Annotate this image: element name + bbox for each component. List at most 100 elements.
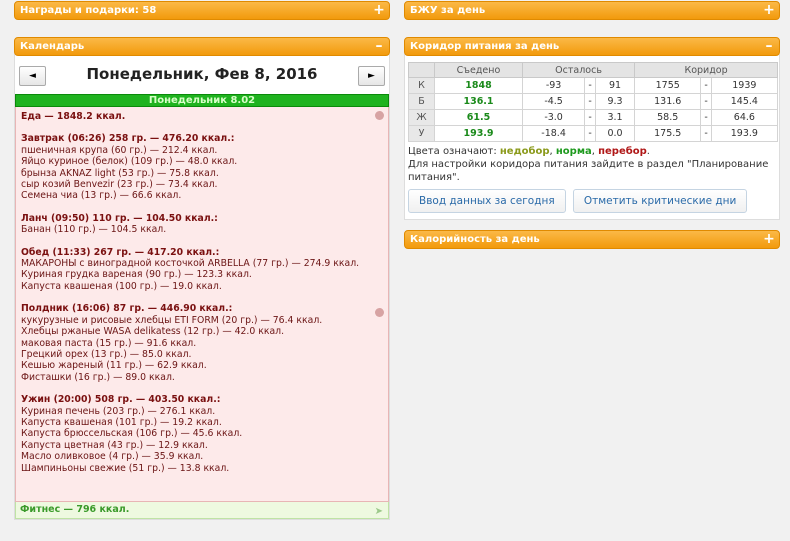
meals-list: Завтрак (06:26) 258 гр. — 476.20 ккал.: п… [21,122,383,474]
cell-label: К [408,77,435,94]
collapse-icon[interactable]: – [373,38,385,54]
cell-rem-max: 3.1 [594,109,636,126]
cell-rem-min: -93 [521,77,586,94]
left-column: Награды и подарки: 58 + Календарь – ◄ По… [14,0,390,520]
calorie-title: Калорийность за день [410,234,540,245]
cell-rem-max: 91 [594,77,636,94]
apple-icon[interactable] [375,111,384,120]
apple-icon[interactable] [375,308,384,317]
cell-eaten: 1848 [434,77,523,94]
run-icon[interactable]: ➤ [375,504,383,519]
meal-item: Масло оливковое (4 гр.) — 35.9 ккал. [21,451,204,463]
cell-rem-min: -4.5 [521,93,586,110]
corridor-rows: К 1848 -93-91 1755-1939 Б 136.1 -4.5-9.3 131.6-… [408,77,779,142]
meal-gap [21,202,383,213]
cell-rem-min: -18.4 [521,125,586,142]
day-food-log: Еда — 1848.2 ккал. Завтрак (06:26) 258 г… [15,107,389,502]
corridor-panel-header[interactable]: Коридор питания за день – [404,37,780,56]
cell-cor-max: 64.6 [710,109,779,126]
meal-title[interactable]: Ланч (09:50) 110 гр. — 104.50 ккал.: [21,213,383,224]
table-row: Б 136.1 -4.5-9.3 131.6-145.4 [408,93,779,110]
bju-panel-header[interactable]: БЖУ за день + [404,1,780,20]
header-remaining: Осталось [521,62,636,78]
cell-rem-max: 0.0 [594,125,636,142]
meal-item: Грецкий орех (13 гр.) — 85.0 ккал. [21,348,192,360]
cell-cor-sep: - [700,109,712,126]
next-day-button[interactable]: ► [358,66,385,86]
enter-today-data-button[interactable]: Ввод данных за сегодня [408,189,566,213]
cell-cor-max: 193.9 [710,125,779,142]
meal-item: МАКАРОНЫ с виноградной косточкой ARBELLA… [21,258,360,270]
cell-label: Б [408,93,435,110]
calendar-panel-header[interactable]: Календарь – [14,37,390,56]
meal-item: брынза AKNAZ light (53 гр.) — 75.8 ккал. [21,167,219,179]
table-row: К 1848 -93-91 1755-1939 [408,77,779,94]
corridor-note: Для настройки коридора питания зайдите в… [408,159,769,183]
cell-rem-max: 9.3 [594,93,636,110]
meal-item: Шампиньоны свежие (51 гр.) — 13.8 ккал. [21,462,230,474]
prev-day-button[interactable]: ◄ [19,66,46,86]
cell-label: Ж [408,109,435,126]
awards-title: Награды и подарки: 58 [20,5,157,16]
day-label-bar[interactable]: Понедельник 8.02 [15,94,389,107]
cell-cor-max: 145.4 [710,93,779,110]
awards-panel-header[interactable]: Награды и подарки: 58 + [14,1,390,20]
corridor-table: Съедено Осталось Коридор К 1848 -93-91 1755… [408,62,779,142]
meal-item: Яйцо куриное (белок) (109 гр.) — 48.0 кк… [21,156,238,168]
cell-cor-max: 1939 [710,77,779,94]
cell-rem-sep: - [584,125,596,142]
cell-cor-min: 175.5 [634,125,702,142]
table-row: У 193.9 -18.4-0.0 175.5-193.9 [408,125,779,142]
fitness-row[interactable]: Фитнес — 796 ккал. ➤ [15,502,389,519]
meal-title[interactable]: Завтрак (06:26) 258 гр. — 476.20 ккал.: [21,133,383,144]
meal-title[interactable]: Обед (11:33) 267 гр. — 417.20 ккал.: [21,247,383,258]
cell-rem-sep: - [584,77,596,94]
cell-cor-sep: - [700,77,712,94]
color-legend: Цвета означают: недобор, норма, перебор. [408,145,776,158]
cell-cor-min: 58.5 [634,109,702,126]
bju-title: БЖУ за день [410,5,486,16]
meal-item: Капуста брюссельская (106 гр.) — 45.6 кк… [21,428,243,440]
cell-rem-sep: - [584,93,596,110]
header-blank [408,62,435,78]
legend-dot: . [646,146,650,157]
meal-gap [21,292,383,303]
corridor-panel-body: Съедено Осталось Коридор К 1848 -93-91 1755… [404,54,780,220]
corridor-buttons: Ввод данных за сегодня Отметить критичес… [408,189,776,213]
right-column: БЖУ за день + Коридор питания за день – … [404,0,780,249]
meal-item: Хлебцы ржаные WASA delikatess (12 гр.) —… [21,326,285,338]
meal-item: Куриная печень (203 гр.) — 276.1 ккал. [21,405,216,417]
expand-icon[interactable]: + [763,231,775,247]
expand-icon[interactable]: + [373,2,385,18]
meal-gap [21,236,383,247]
meal-item: Капуста квашеная (100 гр.) — 19.0 ккал. [21,280,222,292]
calendar-nav: ◄ Понедельник, Фев 8, 2016 ► [15,56,389,94]
mark-critical-days-button[interactable]: Отметить критические дни [572,189,748,213]
meal-item: Кешью жареный (11 гр.) — 62.9 ккал. [21,360,207,372]
cell-rem-sep: - [584,109,596,126]
calendar-title: Календарь [20,41,85,52]
legend-under: недобор [499,146,550,157]
meal-item: Капуста цветная (43 гр.) — 12.9 ккал. [21,439,208,451]
cell-eaten: 136.1 [434,93,523,110]
header-eaten: Съедено [434,62,523,78]
meal-item: Семена чиа (13 гр.) — 66.6 ккал. [21,190,182,202]
meal-title[interactable]: Ужин (20:00) 508 гр. — 403.50 ккал.: [21,394,383,405]
fitness-total: Фитнес — 796 ккал. [20,504,130,515]
legend-norm: норма [555,146,592,157]
cell-cor-min: 131.6 [634,93,702,110]
cell-eaten: 61.5 [434,109,523,126]
collapse-icon[interactable]: – [763,38,775,54]
expand-icon[interactable]: + [763,2,775,18]
meal-item: Капуста квашеная (101 гр.) — 19.2 ккал. [21,416,222,428]
food-total: Еда — 1848.2 ккал. [21,111,126,122]
meal-gap [21,383,383,394]
calorie-panel-header[interactable]: Калорийность за день + [404,230,780,249]
calendar-panel-body: ◄ Понедельник, Фев 8, 2016 ► Понедельник… [14,54,390,520]
meal-item: кукурузные и рисовые хлебцы ETI FORM (20… [21,314,323,326]
meal-gap [21,122,383,133]
cell-cor-sep: - [700,93,712,110]
meal-title[interactable]: Полдник (16:06) 87 гр. — 446.90 ккал.: [21,303,383,314]
meal-item: Куриная грудка вареная (90 гр.) — 123.3 … [21,269,252,281]
header-corridor: Коридор [634,62,778,78]
